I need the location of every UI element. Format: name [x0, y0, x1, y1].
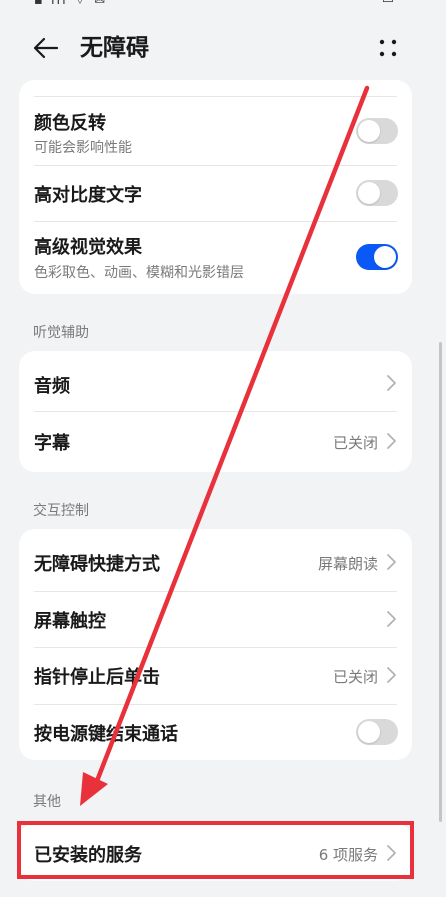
- item-value: 已关闭: [332, 434, 378, 452]
- toggle-knob: [374, 246, 396, 268]
- power-button-ends-call-toggle[interactable]: [356, 719, 398, 745]
- back-button[interactable]: [28, 32, 64, 64]
- list-item-color-inversion[interactable]: 颜色反转 可能会影响性能: [19, 97, 412, 165]
- hearing-settings-card: 音频 字幕 已关闭: [19, 351, 412, 472]
- chevron-right-icon: [387, 433, 396, 449]
- color-inversion-toggle[interactable]: [356, 118, 398, 144]
- toggle-knob: [358, 120, 380, 142]
- list-item-high-contrast-text[interactable]: 高对比度文字: [19, 166, 412, 221]
- toggle-knob: [358, 182, 380, 204]
- section-header-interaction: 交互控制: [33, 503, 89, 519]
- list-item-screen-touch[interactable]: 屏幕触控: [19, 592, 412, 647]
- toggle-knob: [358, 721, 380, 743]
- item-label: 颜色反转: [34, 113, 106, 134]
- status-icons-left: ▪ ıll ⌔ ✉: [34, 0, 108, 8]
- item-label: 指针停止后单击: [34, 667, 160, 688]
- list-item-power-button-ends-call[interactable]: 按电源键结束通话: [19, 705, 412, 760]
- status-icons-right: ▭: [382, 0, 394, 7]
- chevron-right-icon: [387, 554, 396, 570]
- item-value: 已关闭: [332, 668, 378, 686]
- list-item-dwell-click[interactable]: 指针停止后单击 已关闭: [19, 648, 412, 704]
- item-label: 按电源键结束通话: [34, 724, 178, 745]
- list-item-accessibility-shortcut[interactable]: 无障碍快捷方式 屏幕朗读: [19, 529, 412, 586]
- section-header-hearing: 听觉辅助: [33, 325, 89, 341]
- annotation-highlight-box: [17, 821, 414, 879]
- high-contrast-toggle[interactable]: [356, 180, 398, 206]
- chevron-right-icon: [387, 667, 396, 683]
- item-label: 无障碍快捷方式: [34, 554, 160, 575]
- advanced-visual-effects-toggle[interactable]: [356, 244, 398, 270]
- arrow-left-icon: [33, 37, 59, 59]
- item-label: 高级视觉效果: [34, 237, 142, 258]
- scrollbar[interactable]: [439, 342, 442, 822]
- more-dots-icon: [379, 39, 397, 57]
- status-bar: ▪ ıll ⌔ ✉ ▭: [0, 0, 446, 10]
- item-value: 屏幕朗读: [317, 555, 378, 573]
- chevron-right-icon: [387, 611, 396, 627]
- list-item-subtitles[interactable]: 字幕 已关闭: [19, 412, 412, 472]
- item-subtitle: 色彩取色、动画、模糊和光影错层: [34, 265, 244, 281]
- chevron-right-icon: [387, 375, 396, 391]
- page-title: 无障碍: [80, 35, 149, 61]
- section-header-other: 其他: [33, 794, 61, 810]
- item-label: 字幕: [34, 433, 70, 454]
- list-item-audio[interactable]: 音频: [19, 351, 412, 411]
- list-item-advanced-visual-effects[interactable]: 高级视觉效果 色彩取色、动画、模糊和光影错层: [19, 222, 412, 294]
- more-button[interactable]: [370, 32, 406, 64]
- item-label: 音频: [34, 376, 70, 397]
- item-subtitle: 可能会影响性能: [34, 140, 132, 156]
- item-label: 高对比度文字: [34, 185, 142, 206]
- app-bar: 无障碍: [0, 22, 446, 74]
- vision-settings-card: 颜色反转 可能会影响性能 高对比度文字 高级视觉效果 色彩取色、动画、模糊和光影…: [19, 80, 412, 294]
- item-label: 屏幕触控: [34, 611, 106, 632]
- interaction-settings-card: 无障碍快捷方式 屏幕朗读 屏幕触控 指针停止后单击 已关闭 按电源键结束通话: [19, 529, 412, 760]
